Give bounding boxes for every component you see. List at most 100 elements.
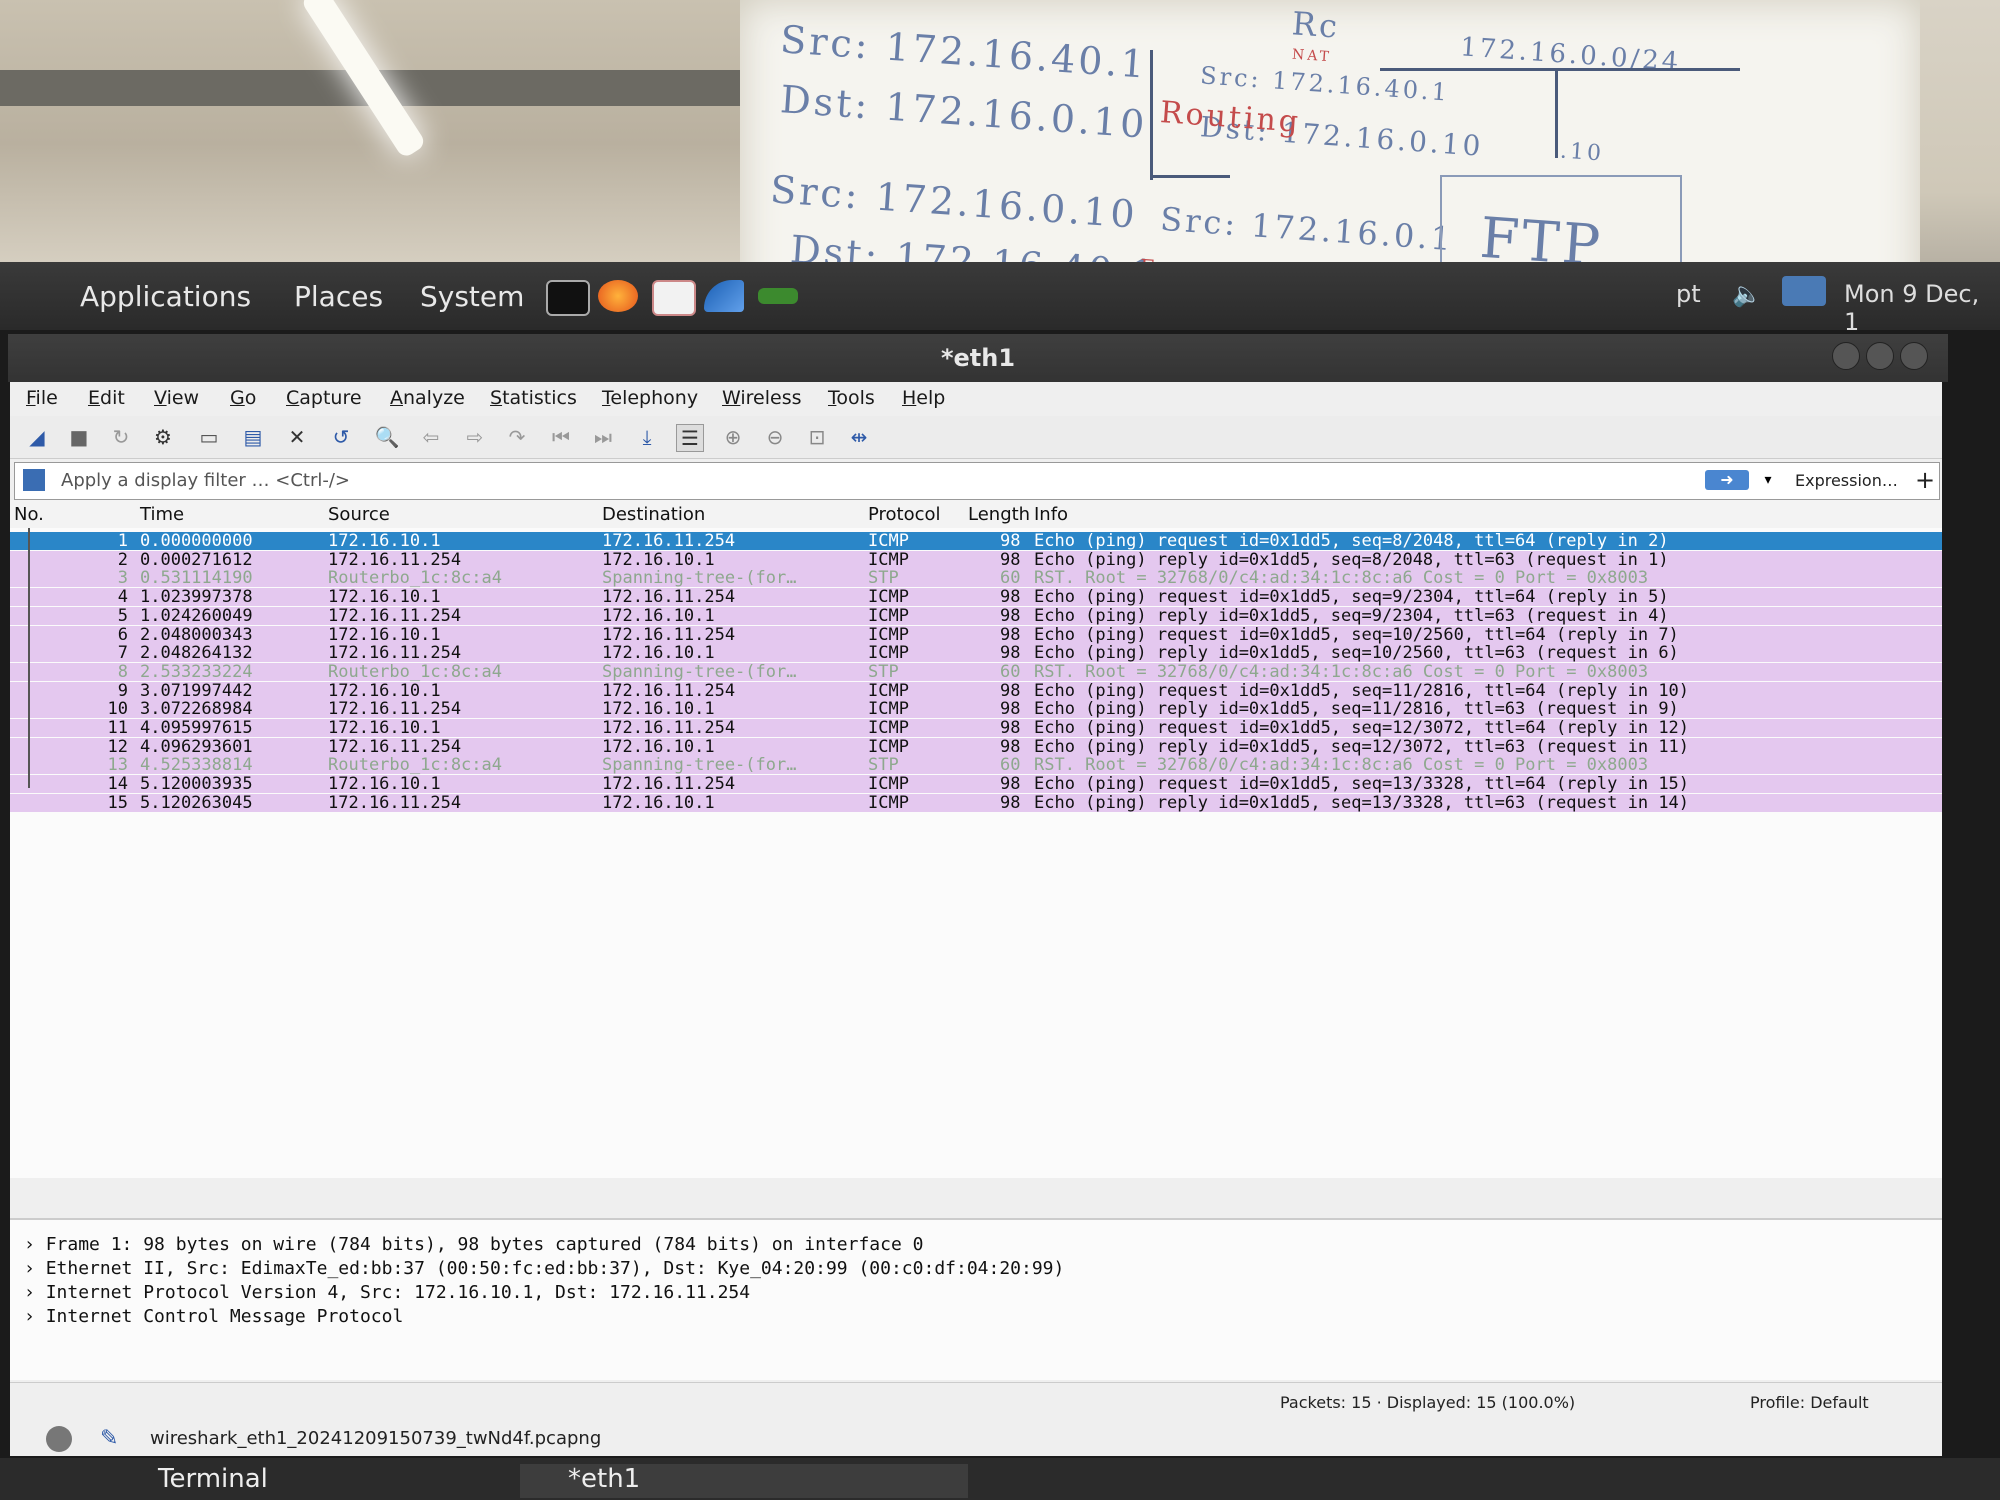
- menu-wireless[interactable]: Wireless: [722, 387, 802, 409]
- text-editor-launcher-icon[interactable]: [652, 280, 696, 316]
- packet-row[interactable]: 9 3.071997442 172.16.10.1 172.16.11.254 ICMP…: [10, 680, 1942, 701]
- network-status-icon[interactable]: [1782, 276, 1826, 306]
- menu-help[interactable]: Help: [902, 387, 945, 409]
- maximize-button[interactable]: [1866, 342, 1894, 370]
- packet-row[interactable]: 14 5.120003935 172.16.10.1 172.16.11.254 ICM…: [10, 775, 1942, 794]
- taskbar-terminal[interactable]: Terminal: [110, 1464, 398, 1498]
- packet-row[interactable]: 5 1.024260049 172.16.11.254 172.16.10.1 ICMP…: [10, 606, 1942, 625]
- display-filter-input[interactable]: [59, 465, 1683, 495]
- save-file-icon[interactable]: ▤: [240, 424, 266, 450]
- apply-filter-icon[interactable]: ➜: [1705, 470, 1749, 490]
- packet-cell-len: 98: [1000, 718, 1021, 738]
- colorize-icon[interactable]: ☰: [676, 424, 704, 452]
- firefox-launcher-icon[interactable]: [598, 280, 638, 312]
- profile-status[interactable]: Profile: Default: [1750, 1393, 1869, 1412]
- last-packet-icon[interactable]: ⏭: [590, 424, 616, 450]
- window-titlebar[interactable]: *eth1: [8, 334, 1948, 382]
- menu-file[interactable]: File: [26, 387, 58, 409]
- column-length[interactable]: Length: [968, 504, 1030, 525]
- column-time[interactable]: Time: [140, 504, 184, 525]
- wireshark-launcher-icon[interactable]: [704, 280, 744, 312]
- places-menu[interactable]: Places: [294, 280, 383, 313]
- start-capture-icon[interactable]: ◢: [24, 424, 50, 450]
- taskbar-wireshark[interactable]: *eth1: [520, 1464, 968, 1498]
- column-source[interactable]: Source: [328, 504, 390, 525]
- capture-comment-icon[interactable]: ✎: [100, 1426, 118, 1451]
- reload-file-icon[interactable]: ↺: [328, 424, 354, 450]
- keyboard-layout-indicator[interactable]: pt: [1676, 280, 1701, 308]
- menu-analyze[interactable]: Analyze: [390, 387, 465, 409]
- packet-cell-time: 0.000271612: [140, 549, 253, 570]
- filter-bookmark-icon[interactable]: [23, 469, 45, 491]
- packet-cell-src: 172.16.10.1: [328, 680, 441, 701]
- minimize-button[interactable]: [1832, 342, 1860, 370]
- packet-cell-info: Echo (ping) request id=0x1dd5, seq=10/25…: [1034, 624, 1679, 645]
- ftp-box: [1440, 175, 1680, 177]
- menu-telephony[interactable]: Telephony: [602, 387, 698, 409]
- column-no[interactable]: No.: [14, 504, 44, 525]
- detail-icmp[interactable]: › Internet Control Message Protocol: [24, 1306, 403, 1327]
- network-launcher-icon[interactable]: [758, 288, 798, 304]
- go-forward-icon[interactable]: ⇨: [462, 424, 488, 450]
- open-file-icon[interactable]: ▭: [196, 424, 222, 450]
- menu-view[interactable]: View: [154, 387, 199, 409]
- add-filter-button[interactable]: +: [1915, 466, 1935, 494]
- expert-info-icon[interactable]: [46, 1426, 72, 1452]
- restart-capture-icon[interactable]: ↻: [108, 424, 134, 450]
- packet-row[interactable]: 6 2.048000343 172.16.10.1 172.16.11.254 ICMP…: [10, 624, 1942, 645]
- column-destination[interactable]: Destination: [602, 504, 705, 525]
- detail-ip[interactable]: › Internet Protocol Version 4, Src: 172.…: [24, 1282, 750, 1303]
- packet-cell-src: 172.16.11.254: [328, 643, 462, 664]
- packet-cell-dst: 172.16.11.254: [602, 680, 736, 701]
- whiteboard-text: Dst: 172.16.0.10: [778, 77, 1149, 147]
- packet-cell-len: 98: [1000, 587, 1021, 608]
- packet-cell-src: 172.16.11.254: [328, 549, 462, 570]
- terminal-launcher-icon[interactable]: [546, 280, 590, 316]
- packet-cell-dst: 172.16.10.1: [602, 643, 715, 664]
- whiteboard-note: Routing: [1158, 95, 1303, 140]
- packet-cell-len: 98: [1000, 736, 1021, 757]
- autoscroll-icon[interactable]: ⤓: [634, 424, 660, 450]
- first-packet-icon[interactable]: ⏮: [548, 424, 574, 450]
- packet-row[interactable]: 4 1.023997378 172.16.10.1 172.16.11.254 ICMP…: [10, 587, 1942, 608]
- clock[interactable]: Mon 9 Dec, 1: [1844, 280, 2000, 336]
- packet-row[interactable]: 3 0.531114190 Routerbo_1c:8c:a4 Spanning-tr…: [10, 569, 1942, 588]
- menu-tools[interactable]: Tools: [828, 387, 875, 409]
- go-back-icon[interactable]: ⇦: [418, 424, 444, 450]
- packet-row[interactable]: 13 4.525338814 Routerbo_1c:8c:a4 Spanning-t…: [10, 756, 1942, 775]
- applications-menu[interactable]: Applications: [80, 280, 251, 313]
- packet-row[interactable]: 8 2.533233224 Routerbo_1c:8c:a4 Spanning-tr…: [10, 662, 1942, 681]
- close-file-icon[interactable]: ✕: [284, 424, 310, 450]
- column-protocol[interactable]: Protocol: [868, 504, 941, 525]
- menu-edit[interactable]: Edit: [88, 387, 125, 409]
- stop-capture-icon[interactable]: ■: [66, 424, 92, 450]
- zoom-out-icon[interactable]: ⊖: [762, 424, 788, 450]
- packet-row[interactable]: 12 4.096293601 172.16.11.254 172.16.10.1 ICM…: [10, 736, 1942, 757]
- system-menu[interactable]: System: [420, 280, 524, 313]
- menu-go[interactable]: Go: [230, 387, 256, 409]
- packet-row[interactable]: 15 5.120263045 172.16.11.254 172.16.10.1 ICM…: [10, 793, 1942, 812]
- packet-row[interactable]: 1 0.000000000 172.16.10.1 172.16.11.254 ICMP…: [10, 532, 1942, 550]
- detail-frame[interactable]: › Frame 1: 98 bytes on wire (784 bits), …: [24, 1234, 923, 1255]
- go-to-packet-icon[interactable]: ↷: [504, 424, 530, 450]
- packet-row[interactable]: 2 0.000271612 172.16.11.254 172.16.10.1 ICMP…: [10, 549, 1942, 570]
- column-info[interactable]: Info: [1034, 504, 1068, 525]
- packet-row[interactable]: 11 4.095997615 172.16.10.1 172.16.11.254 ICM…: [10, 719, 1942, 737]
- menu-capture[interactable]: Capture: [286, 387, 362, 409]
- find-packet-icon[interactable]: 🔍: [374, 424, 400, 450]
- packet-cell-src: 172.16.10.1: [328, 587, 441, 608]
- menu-statistics[interactable]: Statistics: [490, 387, 577, 409]
- capture-options-icon[interactable]: ⚙: [150, 424, 176, 450]
- packet-row[interactable]: 10 3.072268984 172.16.11.254 172.16.10.1 ICM…: [10, 700, 1942, 719]
- filter-history-dropdown-icon[interactable]: ▾: [1757, 467, 1779, 493]
- detail-ethernet[interactable]: › Ethernet II, Src: EdimaxTe_ed:bb:37 (0…: [24, 1258, 1064, 1279]
- packet-row[interactable]: 7 2.048264132 172.16.11.254 172.16.10.1 ICMP…: [10, 643, 1942, 664]
- close-button[interactable]: [1900, 342, 1928, 370]
- expression-button[interactable]: Expression…: [1795, 471, 1898, 490]
- packet-cell-src: 172.16.11.254: [328, 736, 462, 757]
- normal-size-icon[interactable]: ⊡: [804, 424, 830, 450]
- resize-columns-icon[interactable]: ⇹: [846, 424, 872, 450]
- volume-icon[interactable]: 🔈: [1732, 280, 1762, 308]
- zoom-in-icon[interactable]: ⊕: [720, 424, 746, 450]
- packet-cell-info: Echo (ping) reply id=0x1dd5, seq=10/2560…: [1034, 643, 1679, 664]
